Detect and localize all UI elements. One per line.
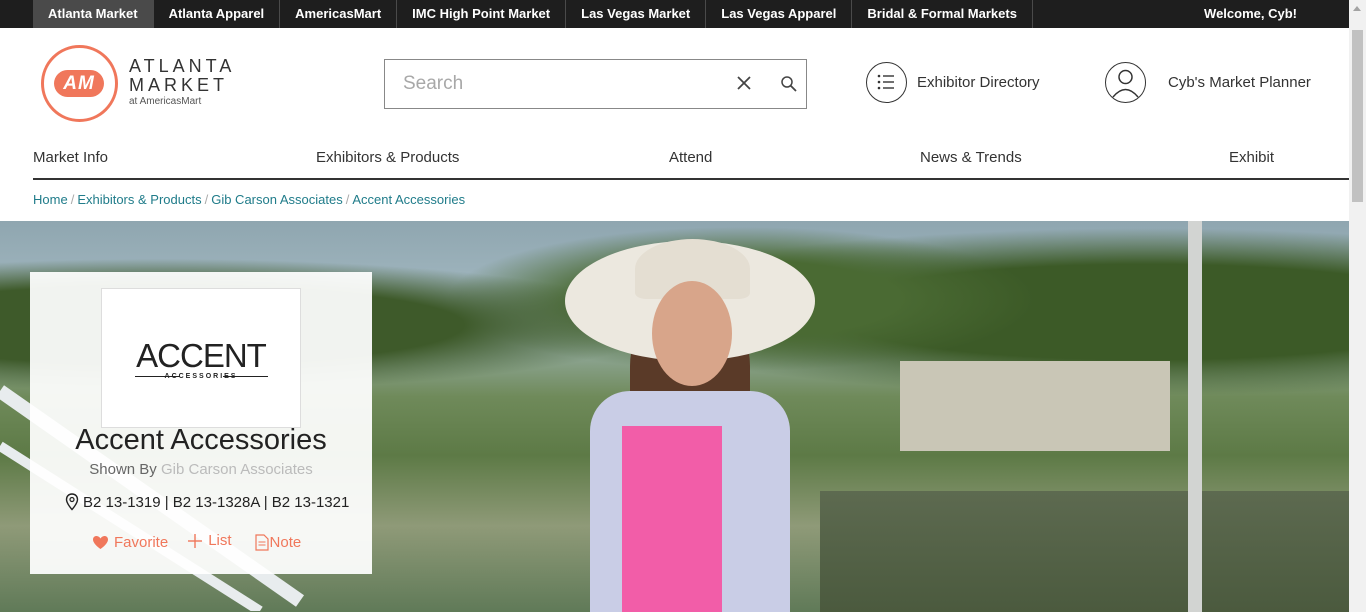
nav-exhibitors-products[interactable]: Exhibitors & Products xyxy=(316,149,459,166)
plus-icon xyxy=(188,533,203,548)
hero-canal xyxy=(820,491,1349,612)
atlanta-market-logo[interactable]: AM xyxy=(41,45,118,122)
logo-rule-right xyxy=(223,376,268,377)
shown-by-line: Shown By Gib Carson Associates xyxy=(30,461,372,478)
brand-line-3: at AmericasMart xyxy=(129,96,202,107)
nav-attend[interactable]: Attend xyxy=(669,149,712,166)
note-label: Note xyxy=(269,534,302,551)
heart-icon xyxy=(93,536,108,549)
hero-model-top xyxy=(622,426,722,612)
welcome-text[interactable]: Welcome, Cyb! xyxy=(1204,0,1297,28)
list-label: List xyxy=(208,532,232,549)
breadcrumb-separator: / xyxy=(70,192,75,207)
breadcrumb-exhibitors-products[interactable]: Exhibitors & Products xyxy=(77,192,201,207)
user-icon xyxy=(1105,62,1146,103)
exhibitor-logo-word: ACCENT xyxy=(136,337,267,374)
search-icon[interactable] xyxy=(780,75,798,93)
market-tab-las-vegas-apparel[interactable]: Las Vegas Apparel xyxy=(706,0,853,28)
hero-pole xyxy=(1188,221,1202,612)
breadcrumb: Home / Exhibitors & Products / Gib Carson As… xyxy=(33,192,465,207)
nav-exhibit[interactable]: Exhibit xyxy=(1229,149,1274,166)
shown-by-label: Shown By xyxy=(89,461,157,478)
market-tab-atlanta-market[interactable]: Atlanta Market xyxy=(33,0,154,28)
exhibitor-directory-link[interactable]: Exhibitor Directory xyxy=(866,62,1040,103)
logo-monogram: AM xyxy=(54,70,104,97)
location-pin-icon xyxy=(65,493,79,511)
shown-by-link[interactable]: Gib Carson Associates xyxy=(161,461,313,478)
exhibitor-name: Accent Accessories xyxy=(75,424,327,456)
main-navigation: Market Info Exhibitors & Products Attend… xyxy=(33,141,1349,180)
nav-news-trends[interactable]: News & Trends xyxy=(920,149,1022,166)
market-tabs: Atlanta Market Atlanta Apparel AmericasM… xyxy=(33,0,1033,28)
breadcrumb-home[interactable]: Home xyxy=(33,192,68,207)
booth-locations: B2 13-1319 | B2 13-1328A | B2 13-1321 xyxy=(65,493,349,511)
scrollbar-thumb[interactable] xyxy=(1352,30,1363,202)
list-icon xyxy=(866,62,907,103)
search-box xyxy=(384,59,807,109)
booth-numbers[interactable]: B2 13-1319 | B2 13-1328A | B2 13-1321 xyxy=(83,494,349,511)
note-button[interactable]: Note xyxy=(254,534,302,551)
breadcrumb-separator: / xyxy=(345,192,350,207)
nav-market-info[interactable]: Market Info xyxy=(33,149,108,166)
market-tab-atlanta-apparel[interactable]: Atlanta Apparel xyxy=(154,0,281,28)
hero-model-face xyxy=(652,281,732,386)
exhibitor-logo: ACCENT ACCESSORIES xyxy=(101,288,301,428)
breadcrumb-current: Accent Accessories xyxy=(352,192,466,207)
market-planner-label: Cyb's Market Planner xyxy=(1168,74,1311,91)
market-planner-link[interactable]: Cyb's Market Planner xyxy=(1105,62,1311,103)
note-icon xyxy=(254,534,269,551)
market-top-bar: Atlanta Market Atlanta Apparel AmericasM… xyxy=(0,0,1349,28)
brand-line-2: MARKET xyxy=(129,75,229,95)
breadcrumb-gib-carson[interactable]: Gib Carson Associates xyxy=(211,192,343,207)
exhibitor-actions: Favorite List Note xyxy=(92,532,302,551)
market-tab-bridal-formal[interactable]: Bridal & Formal Markets xyxy=(852,0,1033,28)
market-tab-las-vegas-market[interactable]: Las Vegas Market xyxy=(566,0,707,28)
exhibitor-info-card: ACCENT ACCESSORIES Accent Accessories Sh… xyxy=(30,272,372,574)
page-scrollbar[interactable] xyxy=(1349,0,1366,612)
brand-line-1: ATLANTA xyxy=(129,56,236,76)
scroll-up-arrow-icon[interactable] xyxy=(1349,0,1366,17)
exhibitor-directory-label: Exhibitor Directory xyxy=(917,74,1040,91)
hero-house xyxy=(900,361,1170,451)
add-to-list-button[interactable]: List xyxy=(187,532,232,549)
brand-wordmark[interactable]: ATLANTA MARKET at AmericasMart xyxy=(129,57,235,109)
favorite-label: Favorite xyxy=(114,534,169,551)
clear-search-icon[interactable] xyxy=(735,74,753,92)
market-tab-americasmart[interactable]: AmericasMart xyxy=(280,0,398,28)
search-input[interactable] xyxy=(385,60,715,108)
breadcrumb-separator: / xyxy=(204,192,209,207)
exhibitor-logo-sub: ACCESSORIES xyxy=(164,373,238,380)
favorite-button[interactable]: Favorite xyxy=(92,534,168,551)
market-tab-imc-high-point[interactable]: IMC High Point Market xyxy=(397,0,567,28)
